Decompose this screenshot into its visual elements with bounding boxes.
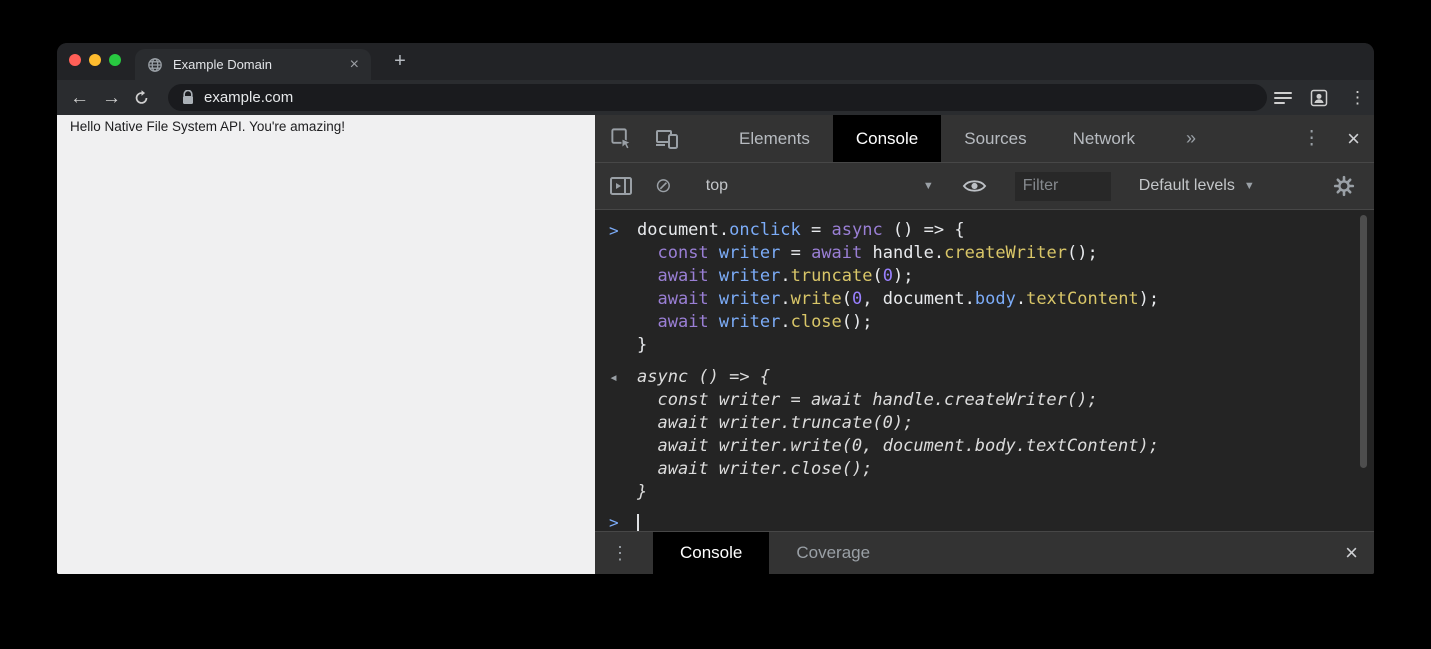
new-tab-button[interactable]: + [387,48,413,74]
console-code-line: await writer.truncate(0); [637,265,1159,288]
drawer-menu-icon[interactable]: ⋮ [611,543,629,564]
console-scrollbar-thumb[interactable] [1360,215,1367,468]
back-button[interactable]: ← [70,88,89,107]
devtools-tabbar: Elements Console Sources Network » ⋮ × [595,115,1374,163]
window-content: Hello Native File System API. You're ama… [57,115,1374,574]
console-code-line: async () => { [637,366,1159,389]
console-prompt-chevron-icon: > [609,511,637,531]
tab-network[interactable]: Network [1050,115,1158,162]
console-message-body: document.onclick = async () => { const w… [637,219,1159,357]
console-message-result: ◂async () => { const writer = await hand… [595,366,1374,504]
live-expression-eye-icon[interactable] [962,176,987,196]
more-panels-icon[interactable]: » [1186,128,1195,149]
console-toolbar: ⊘ top ▼ Default levels ▼ [595,163,1374,210]
devtools-drawer: ⋮ Console Coverage × [595,531,1374,574]
inspect-element-icon[interactable] [609,126,634,151]
console-code-line: await writer.write(0, document.body.text… [637,435,1159,458]
console-settings-gear-icon[interactable] [1332,174,1356,198]
minimize-window-button[interactable] [89,54,101,66]
tab-title: Example Domain [173,57,342,72]
reload-button[interactable] [133,89,150,106]
tab-sources[interactable]: Sources [941,115,1049,162]
clear-console-icon[interactable]: ⊘ [655,176,672,196]
console-prompt[interactable]: > [595,511,1374,531]
console-code-line: const writer = await handle.createWriter… [637,242,1159,265]
log-levels-select[interactable]: Default levels ▼ [1139,177,1255,195]
forward-button[interactable]: → [102,88,121,107]
tab-strip: Example Domain × + [57,43,1374,80]
javascript-context-select[interactable]: top ▼ [706,177,934,195]
lock-icon [182,90,194,105]
context-label: top [706,177,728,195]
console-code-line: await writer.close(); [637,458,1159,481]
drawer-tab-console[interactable]: Console [653,532,769,574]
devtools-panel: Elements Console Sources Network » ⋮ × ⊘… [595,115,1374,574]
console-code-line: } [637,334,1159,357]
drawer-close-icon[interactable]: × [1345,542,1358,564]
console-command-chevron-icon: > [609,219,637,357]
browser-window: Example Domain × + ← → example.com ⋮ Hel… [57,43,1374,574]
browser-toolbar: ← → example.com ⋮ [57,80,1374,115]
browser-tab[interactable]: Example Domain × [135,49,371,80]
profile-avatar-icon[interactable] [1309,88,1329,108]
reading-list-icon[interactable] [1273,90,1293,106]
chevron-down-icon: ▼ [923,180,934,192]
console-sidebar-icon[interactable] [609,175,633,197]
browser-menu-icon[interactable]: ⋮ [1349,88,1366,108]
page-content: Hello Native File System API. You're ama… [57,115,595,574]
console-code-line: document.onclick = async () => { [637,219,1159,242]
console-code-line: } [637,481,1159,504]
close-window-button[interactable] [69,54,81,66]
console-messages[interactable]: >document.onclick = async () => { const … [595,210,1374,531]
console-code-line: const writer = await handle.createWriter… [637,389,1159,412]
tab-close-icon[interactable]: × [350,57,359,73]
drawer-tab-coverage[interactable]: Coverage [769,532,897,574]
tab-elements[interactable]: Elements [716,115,833,162]
console-filter-input[interactable] [1015,172,1111,201]
url-text: example.com [204,89,293,106]
page-text: Hello Native File System API. You're ama… [70,119,345,134]
console-result-arrow-icon: ◂ [609,366,637,504]
console-message-command: >document.onclick = async () => { const … [595,219,1374,357]
log-levels-label: Default levels [1139,177,1235,195]
device-toolbar-icon[interactable] [654,126,680,152]
console-code-line: await writer.close(); [637,311,1159,334]
devtools-menu-icon[interactable]: ⋮ [1302,129,1321,148]
tab-console[interactable]: Console [833,115,941,162]
fullscreen-window-button[interactable] [109,54,121,66]
address-bar[interactable]: example.com [168,84,1267,111]
console-code-line: await writer.write(0, document.body.text… [637,288,1159,311]
console-code-line: await writer.truncate(0); [637,412,1159,435]
console-message-body: async () => { const writer = await handl… [637,366,1159,504]
chevron-down-icon: ▼ [1244,180,1255,192]
text-cursor [637,514,639,531]
window-controls [69,54,121,66]
devtools-close-icon[interactable]: × [1347,128,1360,150]
globe-favicon-icon [147,57,163,73]
